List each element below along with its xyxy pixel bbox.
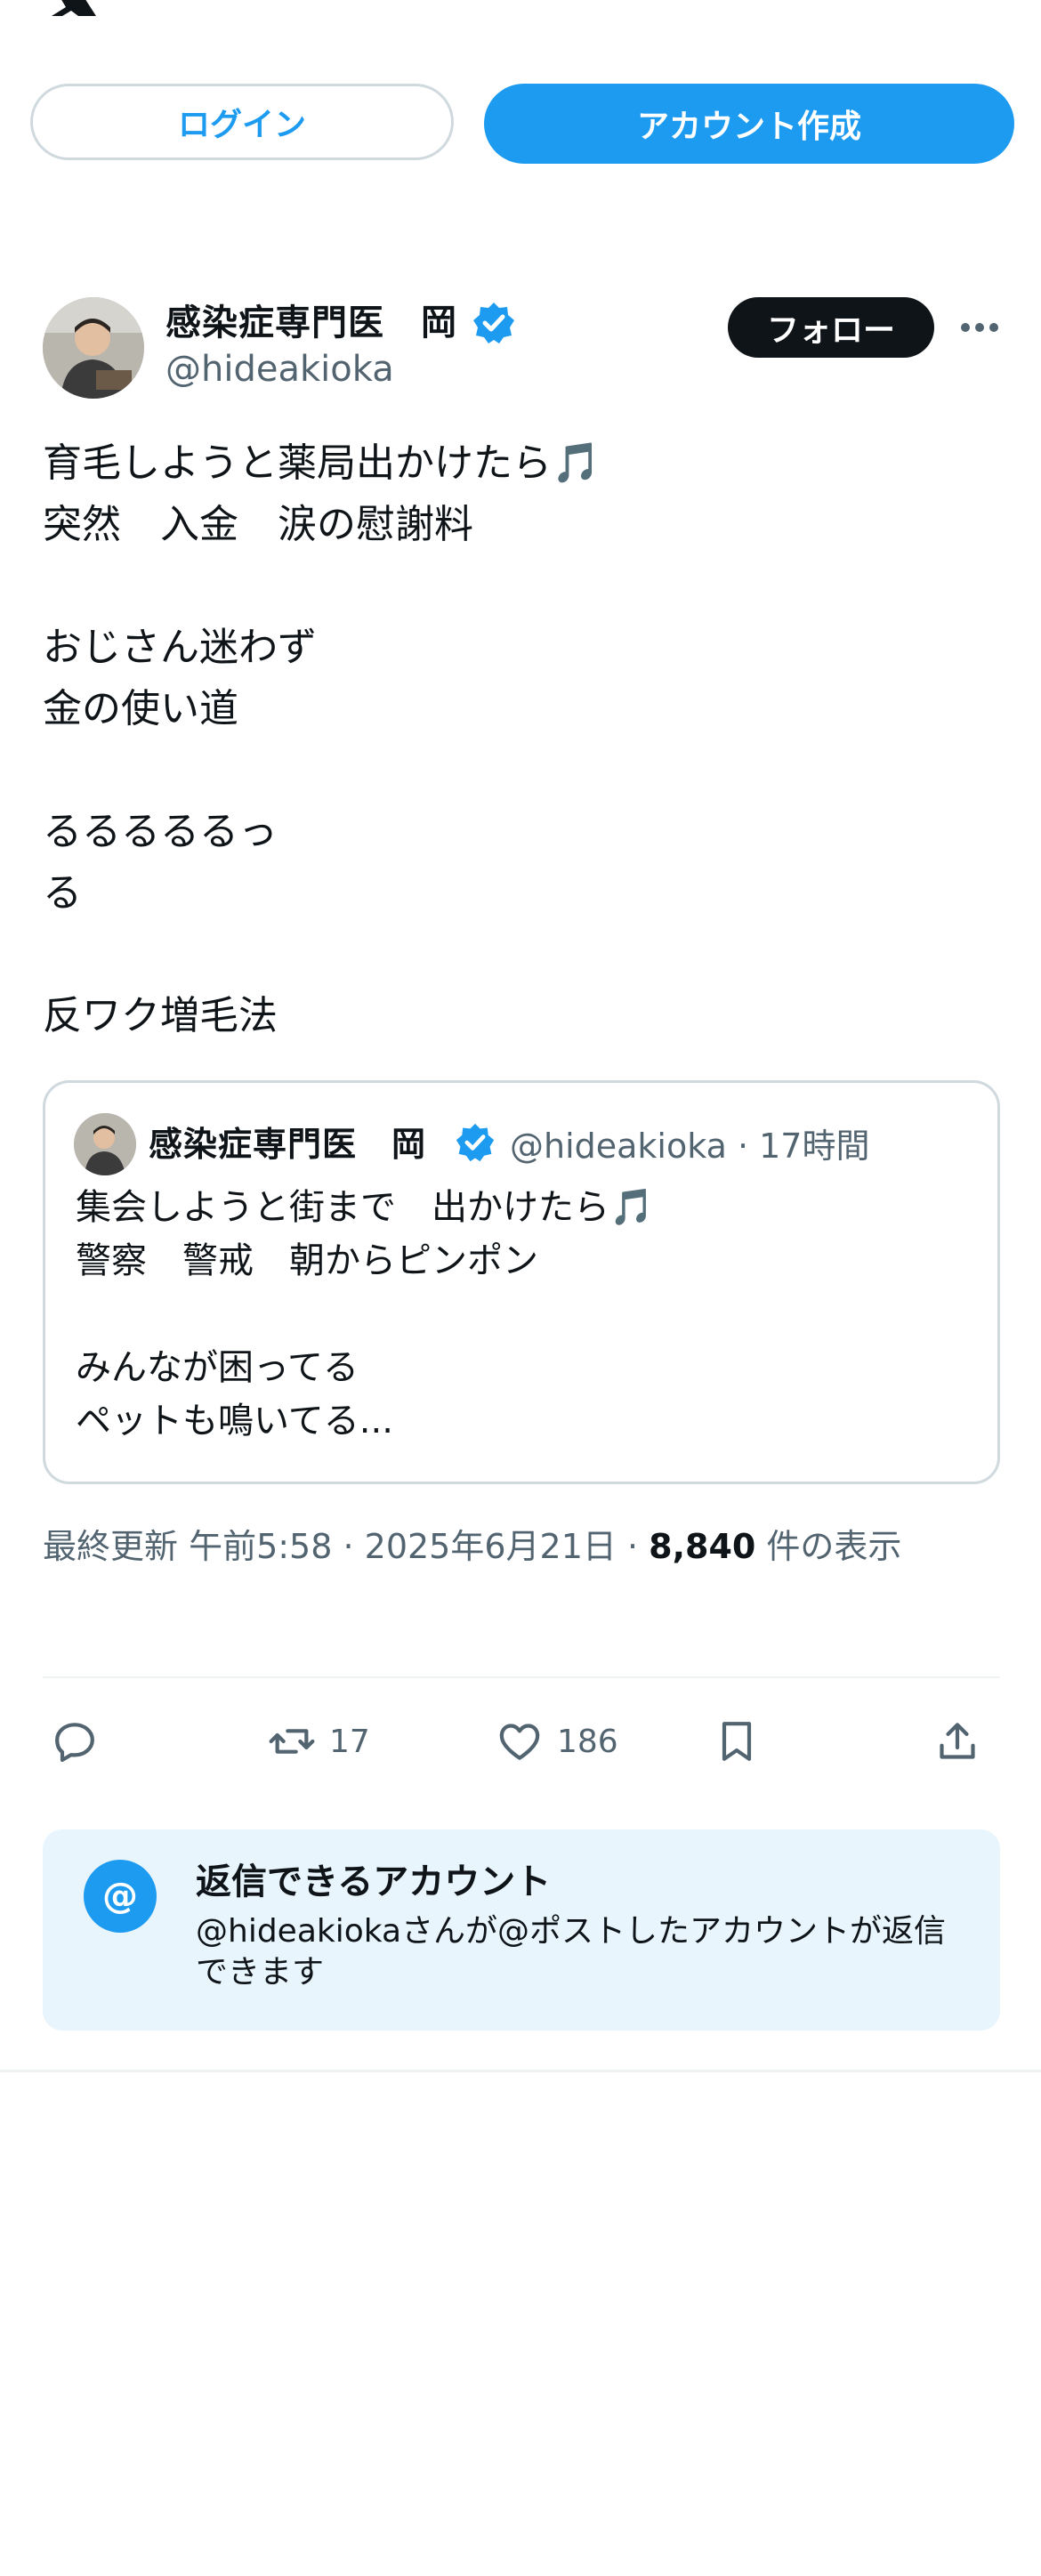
divider [0,2070,1041,2072]
reply-permission-description: @hideakiokaさんが@ポストしたアカウントが返信できます [196,1913,947,1991]
reply-icon [55,1723,94,1763]
quoted-line: 集会しようと街まで 出かけたら🎵 [76,1187,654,1228]
quoted-author-avatar [74,1113,136,1175]
author-avatar[interactable] [43,297,144,399]
repost-count: 17 [329,1723,370,1760]
repost-icon [269,1729,315,1754]
post-meta: 最終更新 午前5:58 · 2025年6月21日 · 8,840 件の表示 [43,1518,986,1575]
post-line: 突然 入金 涙の慰謝料 [43,502,473,547]
post-line [43,924,1004,985]
like-button[interactable]: 186 [495,1701,618,1781]
action-bar: 17 186 [43,1701,1000,1781]
login-button[interactable]: ログイン [30,84,454,160]
reply-button[interactable] [50,1701,100,1781]
quoted-line: 警察 警戒 朝からピンポン [76,1240,538,1281]
at-sign-icon: @ [84,1860,157,1933]
bookmark-icon [722,1722,752,1761]
signup-button[interactable]: アカウント作成 [484,84,1014,164]
post-line [43,555,1004,617]
post-line: おじさん迷わず [43,625,317,670]
quoted-handle-time: @hideakioka · 17時間 [510,1126,870,1166]
quoted-author-name: 感染症専門医 岡 [149,1125,427,1164]
reply-permission-notice: @ 返信できるアカウント @hideakiokaさんが@ポストしたアカウントが返… [43,1829,1000,2031]
more-options-icon[interactable] [957,310,1002,345]
author-handle[interactable]: @hideakioka [165,349,394,390]
post-line [43,739,1004,801]
timestamp[interactable]: 最終更新 午前5:58 · 2025年6月21日 · [43,1527,649,1566]
auth-buttons: ログイン アカウント作成 [30,84,1014,164]
share-button[interactable] [932,1701,982,1781]
post-text: 育毛しようと薬局出かけたら🎵 突然 入金 涙の慰謝料 おじさん迷わず 金の使い道… [43,432,1004,1046]
view-count: 8,840 [649,1527,756,1566]
post-line: 育毛しようと薬局出かけたら🎵 [43,440,601,486]
like-count: 186 [557,1723,618,1760]
post-line: るるるるるっ [43,809,278,854]
view-label: 件の表示 [755,1527,902,1566]
quoted-line [76,1288,654,1341]
post-line: 金の使い道 [43,686,238,731]
quoted-line: ペットも鳴いてる... [76,1401,393,1441]
author-name[interactable]: 感染症専門医 岡 [165,294,457,345]
post-line: る [43,870,82,916]
share-icon [940,1723,975,1759]
quoted-text: 集会しようと街まで 出かけたら🎵 警察 警戒 朝からピンポン みんなが困ってる … [76,1181,654,1448]
verified-badge-icon [472,301,516,345]
bookmark-button[interactable] [712,1701,762,1781]
post-line: 反ワク増毛法 [43,993,278,1038]
follow-button[interactable]: フォロー [728,297,934,358]
quoted-line: みんなが困ってる [76,1347,359,1388]
quoted-post[interactable]: 感染症専門医 岡 @hideakioka · 17時間 集会しようと街まで 出か… [43,1080,1000,1484]
reply-permission-title: 返信できるアカウント [196,1861,552,1902]
verified-badge-icon [455,1122,496,1163]
repost-button[interactable]: 17 [267,1701,370,1781]
divider [43,1676,1000,1678]
heart-icon [499,1724,540,1760]
x-logo-icon[interactable] [43,0,105,16]
